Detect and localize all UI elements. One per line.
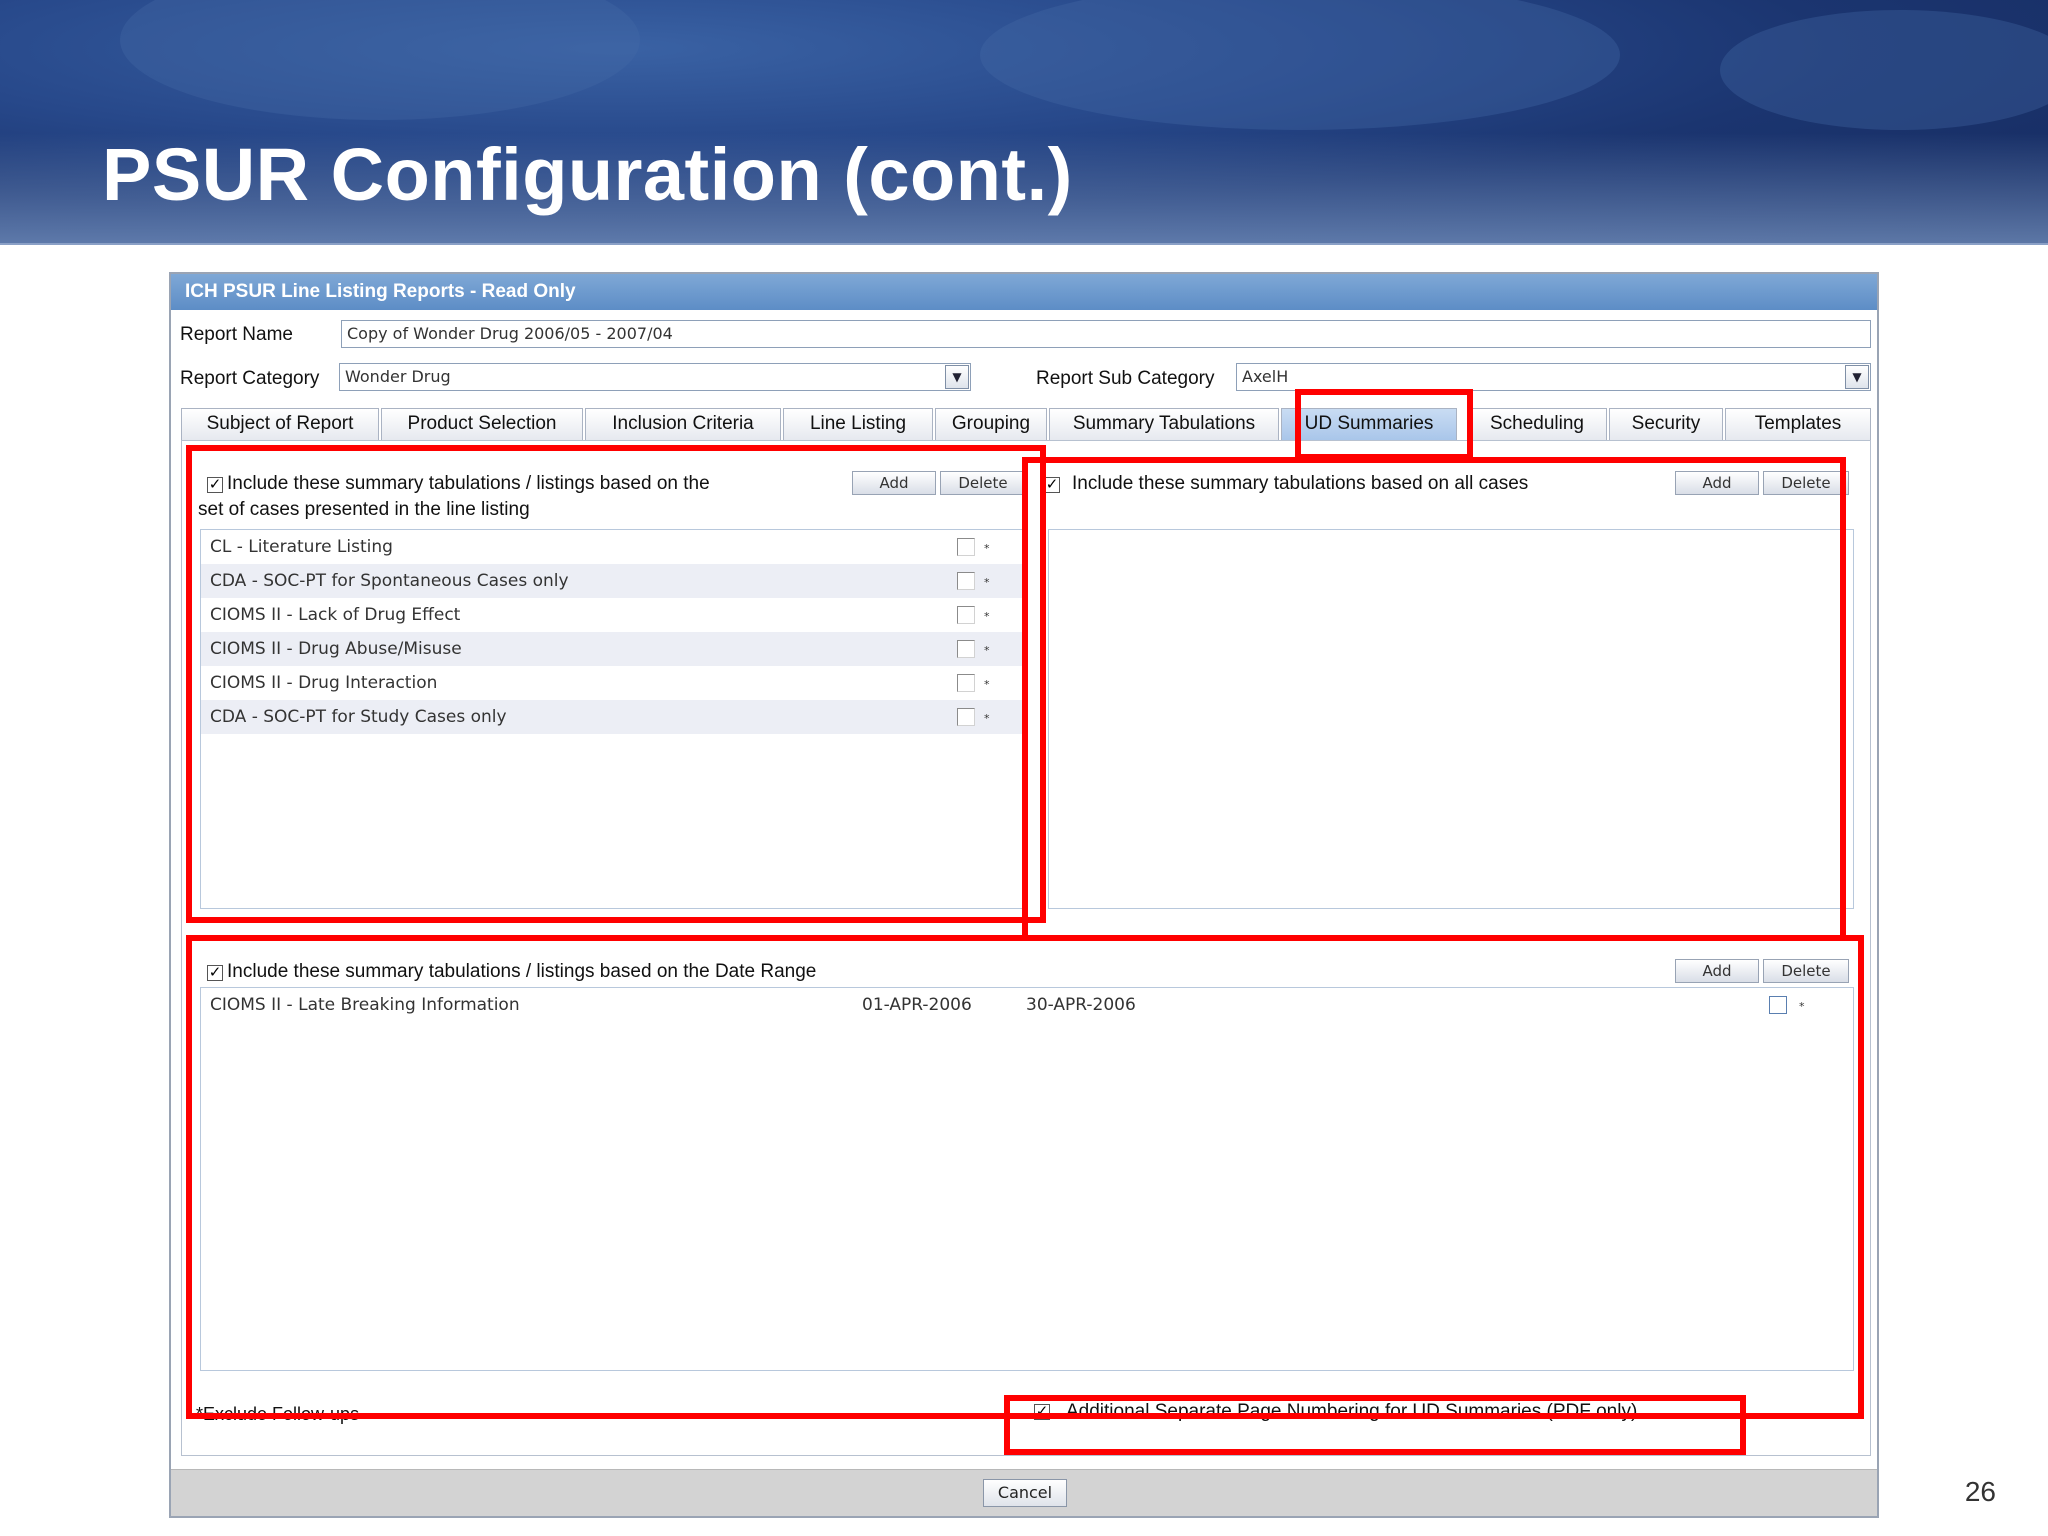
dialog-title: ICH PSUR Line Listing Reports - Read Onl… [171,274,1877,310]
report-name-label: Report Name [180,324,293,345]
tab-bar: Subject of Report Product Selection Incl… [181,408,1871,440]
slide-header: PSUR Configuration (cont.) [0,0,2048,243]
map-shape [980,0,1620,130]
cancel-button[interactable]: Cancel [983,1479,1067,1507]
report-sub-category-value: AxelH [1242,367,1289,386]
highlight-ud-summaries-tab [1295,389,1473,460]
tab-subject-of-report[interactable]: Subject of Report [181,408,379,440]
tab-summary-tabulations[interactable]: Summary Tabulations [1049,408,1279,440]
slide-title: PSUR Configuration (cont.) [102,133,1073,216]
header-divider [0,243,2048,245]
page-number: 26 [1964,1476,1996,1507]
report-category-select[interactable]: Wonder Drug ▼ [339,363,971,391]
tab-line-listing[interactable]: Line Listing [783,408,933,440]
report-sub-category-label: Report Sub Category [1036,368,1215,389]
highlight-all-cases-panel [1022,457,1846,941]
map-shape [120,0,640,120]
tab-grouping[interactable]: Grouping [935,408,1047,440]
tab-security[interactable]: Security [1609,408,1723,440]
highlight-line-listing-panel [186,445,1046,923]
map-shape [1720,10,2048,130]
chevron-down-icon[interactable]: ▼ [945,365,969,389]
report-category-label: Report Category [180,368,320,389]
dialog-footer: Cancel [171,1469,1877,1516]
report-category-value: Wonder Drug [345,367,451,386]
tab-templates[interactable]: Templates [1725,408,1871,440]
highlight-date-range-panel [186,935,1864,1419]
tab-scheduling[interactable]: Scheduling [1467,408,1607,440]
chevron-down-icon[interactable]: ▼ [1845,365,1869,389]
tab-product-selection[interactable]: Product Selection [381,408,583,440]
report-name-field[interactable]: Copy of Wonder Drug 2006/05 - 2007/04 [341,320,1871,348]
report-sub-category-select[interactable]: AxelH ▼ [1236,363,1871,391]
tab-inclusion-criteria[interactable]: Inclusion Criteria [585,408,781,440]
highlight-separate-numbering [1004,1395,1746,1455]
